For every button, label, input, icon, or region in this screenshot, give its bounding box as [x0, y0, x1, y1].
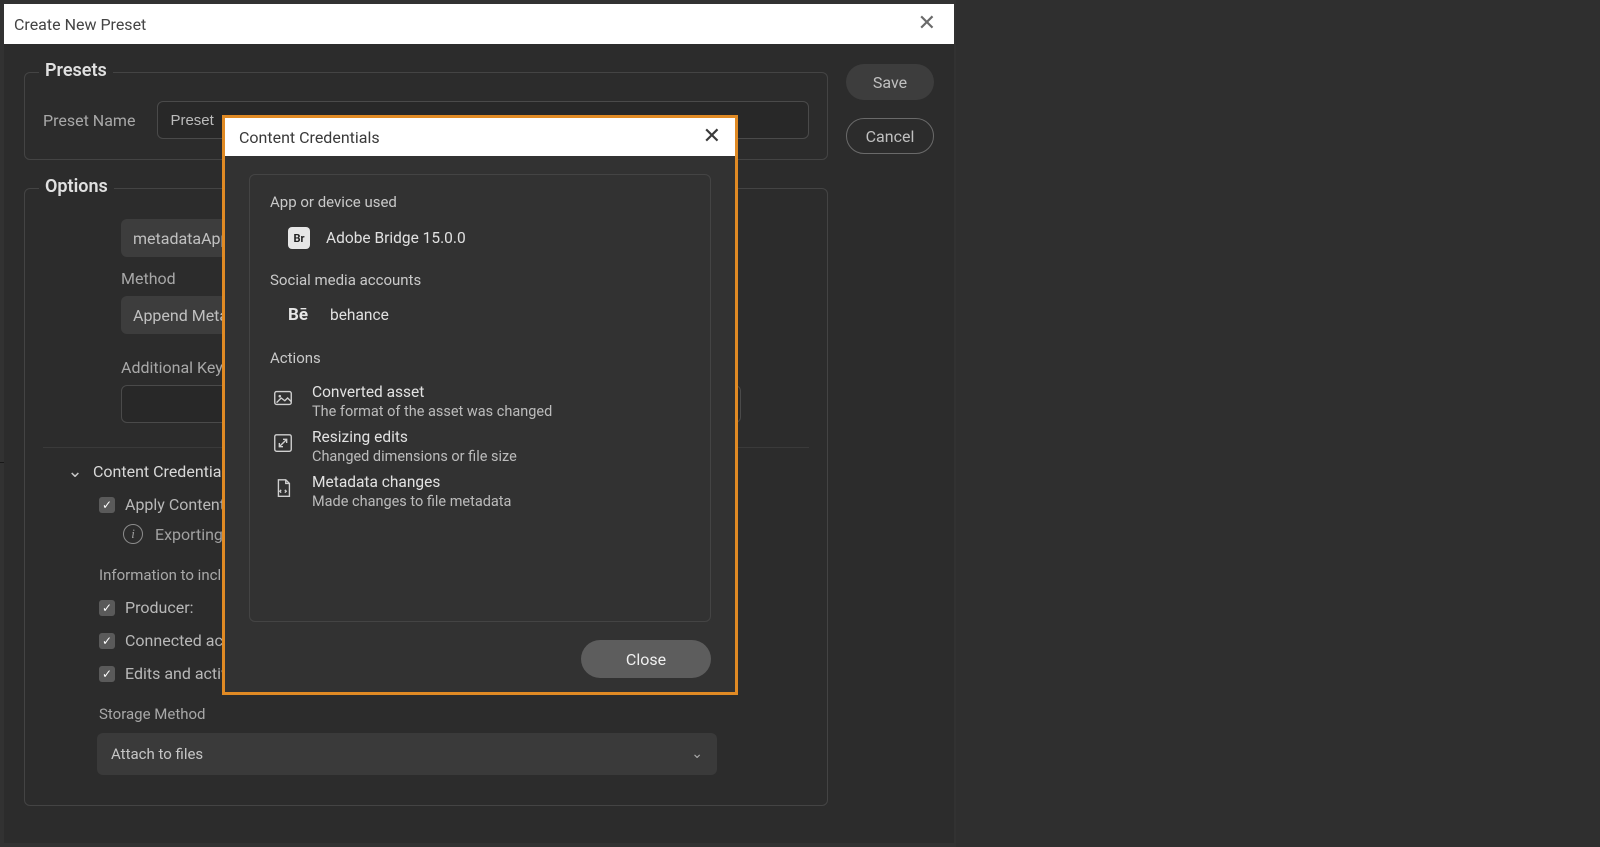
checkbox-icon[interactable]: ✓ — [99, 600, 115, 616]
chevron-down-icon: ⌄ — [691, 746, 703, 762]
action-row-metadata: Metadata changes Made changes to file me… — [270, 473, 690, 510]
image-icon — [270, 385, 296, 411]
presets-legend: Presets — [39, 60, 113, 81]
actions-heading: Actions — [270, 349, 690, 367]
social-heading: Social media accounts — [270, 271, 690, 289]
modal-titlebar: Create New Preset ✕ — [4, 4, 954, 44]
chevron-down-icon: ⌄ — [67, 463, 83, 481]
checkbox-icon[interactable]: ✓ — [99, 497, 115, 513]
action-title: Metadata changes — [312, 473, 511, 491]
action-title: Converted asset — [312, 383, 552, 401]
modal-title: Create New Preset — [14, 15, 146, 34]
close-icon[interactable]: ✕ — [703, 126, 721, 148]
cc-panel: App or device used Br Adobe Bridge 15.0.… — [249, 174, 711, 622]
producer-label: Producer: — [125, 598, 193, 617]
modal-action-column: Save Cancel — [846, 44, 934, 154]
cc-heading: Content Credentials — [93, 462, 234, 481]
cc-titlebar: Content Credentials ✕ — [225, 118, 735, 156]
bridge-app-icon: Br — [288, 227, 310, 249]
cc-title-text: Content Credentials — [239, 128, 380, 147]
behance-icon: Bē — [288, 305, 314, 325]
exporting-label: Exporting — [155, 525, 223, 544]
close-button[interactable]: Close — [581, 640, 711, 678]
action-row-resize: Resizing edits Changed dimensions or fil… — [270, 428, 690, 465]
options-legend: Options — [39, 176, 114, 197]
app-item: Br Adobe Bridge 15.0.0 — [270, 227, 690, 249]
info-icon: i — [123, 524, 143, 544]
save-button[interactable]: Save — [846, 64, 934, 100]
storage-method-label: Storage Method — [97, 705, 809, 723]
cancel-button[interactable]: Cancel — [846, 118, 934, 154]
right-panel-top — [956, 0, 1600, 847]
content-credentials-modal: Content Credentials ✕ App or device used… — [222, 115, 738, 695]
social-item: Bē behance — [270, 305, 690, 325]
storage-method-value: Attach to files — [111, 745, 203, 763]
action-sub: Changed dimensions or file size — [312, 448, 517, 465]
checkbox-icon[interactable]: ✓ — [99, 666, 115, 682]
checkbox-icon[interactable]: ✓ — [99, 633, 115, 649]
storage-method-dropdown[interactable]: Attach to files ⌄ — [97, 733, 717, 775]
social-name: behance — [330, 306, 389, 324]
action-sub: Made changes to file metadata — [312, 493, 511, 510]
resize-icon — [270, 430, 296, 456]
app-name: Adobe Bridge 15.0.0 — [326, 229, 466, 247]
action-title: Resizing edits — [312, 428, 517, 446]
app-used-heading: App or device used — [270, 193, 690, 211]
cc-footer: Close — [249, 622, 711, 678]
preset-name-label: Preset Name — [43, 111, 135, 130]
file-code-icon — [270, 475, 296, 501]
action-row-converted: Converted asset The format of the asset … — [270, 383, 690, 420]
action-sub: The format of the asset was changed — [312, 403, 552, 420]
close-icon[interactable]: ✕ — [918, 13, 936, 35]
